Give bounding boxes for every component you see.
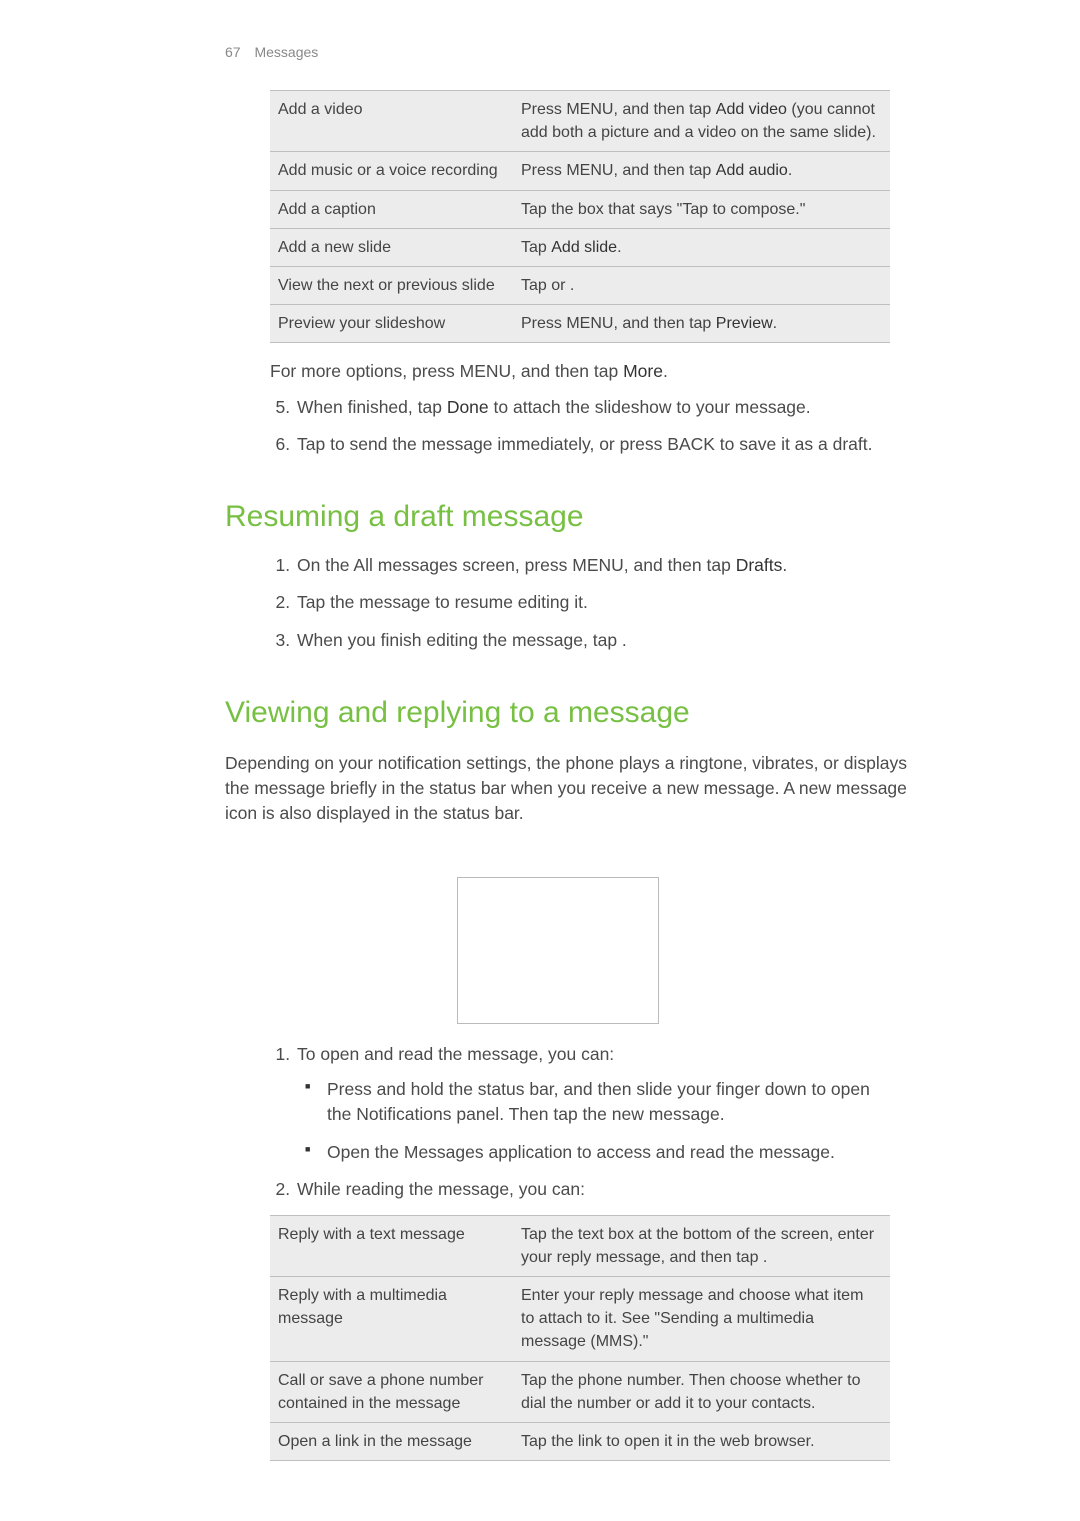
table-row: Add a videoPress MENU, and then tap Add … <box>270 91 890 152</box>
table-cell-action: View the next or previous slide <box>270 266 513 304</box>
table-cell-action: Add a video <box>270 91 513 152</box>
table-cell-description: Tap the phone number. Then choose whethe… <box>513 1361 890 1422</box>
table-cell-description: Tap the link to open it in the web brows… <box>513 1422 890 1460</box>
resuming-draft-steps: On the All messages screen, press MENU, … <box>225 553 890 653</box>
table-cell-description: Press MENU, and then tap Preview. <box>513 305 890 343</box>
table-cell-action: Add music or a voice recording <box>270 152 513 190</box>
slideshow-options-table: Add a videoPress MENU, and then tap Add … <box>270 90 890 343</box>
table-cell-action: Preview your slideshow <box>270 305 513 343</box>
table-cell-description: Press MENU, and then tap Add video (you … <box>513 91 890 152</box>
list-item: To open and read the message, you can: P… <box>295 1042 890 1166</box>
list-item: On the All messages screen, press MENU, … <box>295 553 890 578</box>
table-row: Call or save a phone number contained in… <box>270 1361 890 1422</box>
heading-viewing-replying: Viewing and replying to a message <box>225 691 890 735</box>
content-column: Add a videoPress MENU, and then tap Add … <box>225 90 890 735</box>
content-column-2: To open and read the message, you can: P… <box>225 877 890 1461</box>
slideshow-finish-steps: When finished, tap Done to attach the sl… <box>225 395 890 458</box>
table-cell-action: Call or save a phone number contained in… <box>270 1361 513 1422</box>
list-item: While reading the message, you can: <box>295 1177 890 1202</box>
table-row: View the next or previous slideTap or . <box>270 266 890 304</box>
table-cell-description: Enter your reply message and choose what… <box>513 1276 890 1361</box>
more-options-note: For more options, press MENU, and then t… <box>270 359 890 384</box>
table-row: Reply with a multimedia messageEnter you… <box>270 1276 890 1361</box>
list-item: Open the Messages application to access … <box>325 1140 890 1165</box>
table-row: Reply with a text messageTap the text bo… <box>270 1215 890 1276</box>
table-row: Add a new slideTap Add slide. <box>270 228 890 266</box>
page: 67 Messages Add a videoPress MENU, and t… <box>0 0 1080 1521</box>
table-row: Open a link in the messageTap the link t… <box>270 1422 890 1460</box>
section-name: Messages <box>254 44 318 60</box>
table-cell-description: Tap the box that says "Tap to compose." <box>513 190 890 228</box>
table-cell-description: Tap or . <box>513 266 890 304</box>
table-row: Add a captionTap the box that says "Tap … <box>270 190 890 228</box>
list-item: When you finish editing the message, tap… <box>295 628 890 653</box>
list-item: When finished, tap Done to attach the sl… <box>295 395 890 420</box>
table-row: Preview your slideshowPress MENU, and th… <box>270 305 890 343</box>
table-cell-action: Add a caption <box>270 190 513 228</box>
table-cell-action: Reply with a text message <box>270 1215 513 1276</box>
page-number: 67 <box>225 44 241 60</box>
viewing-steps: To open and read the message, you can: P… <box>225 1042 890 1203</box>
list-item: Tap to send the message immediately, or … <box>295 432 890 457</box>
table-cell-description: Tap the text box at the bottom of the sc… <box>513 1215 890 1276</box>
table-cell-action: Reply with a multimedia message <box>270 1276 513 1361</box>
list-item: Tap the message to resume editing it. <box>295 590 890 615</box>
heading-resuming-draft: Resuming a draft message <box>225 495 890 539</box>
table-cell-description: Tap Add slide. <box>513 228 890 266</box>
table-cell-description: Press MENU, and then tap Add audio. <box>513 152 890 190</box>
table-cell-action: Add a new slide <box>270 228 513 266</box>
list-item: Press and hold the status bar, and then … <box>325 1077 890 1128</box>
table-row: Add music or a voice recordingPress MENU… <box>270 152 890 190</box>
screenshot-placeholder <box>457 877 659 1024</box>
content-column-wide: Depending on your notification settings,… <box>225 751 915 827</box>
open-message-options: Press and hold the status bar, and then … <box>297 1077 890 1165</box>
reply-options-table: Reply with a text messageTap the text bo… <box>270 1215 890 1462</box>
page-header: 67 Messages <box>225 42 318 62</box>
viewing-intro-paragraph: Depending on your notification settings,… <box>225 751 915 827</box>
table-cell-action: Open a link in the message <box>270 1422 513 1460</box>
